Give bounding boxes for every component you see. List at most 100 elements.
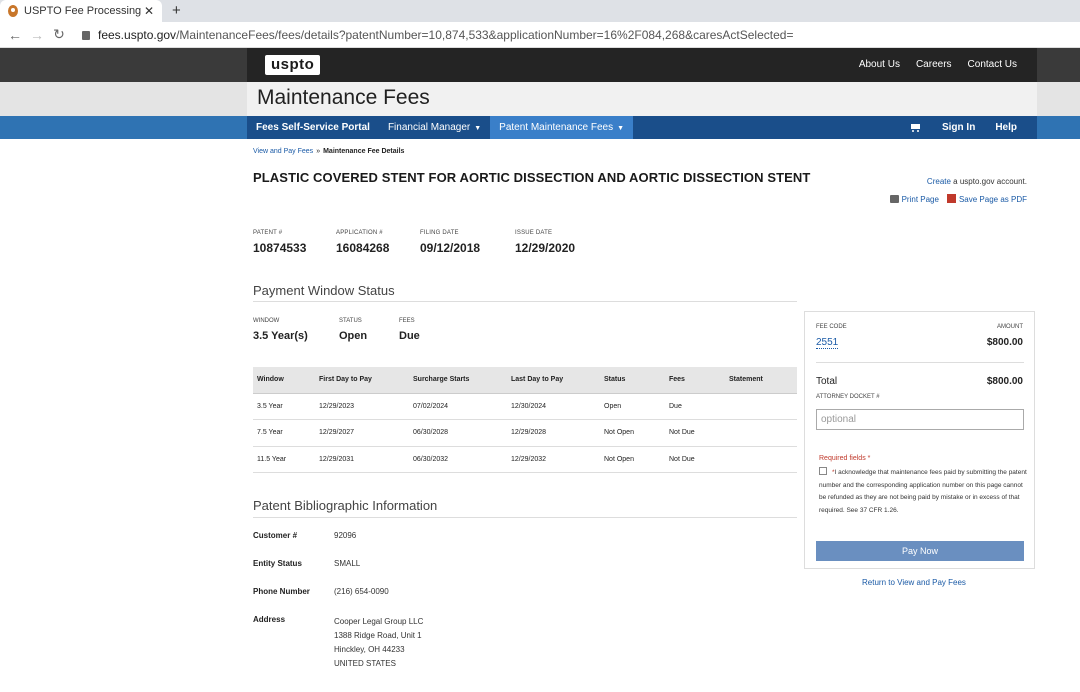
- cell: 11.5 Year: [253, 446, 315, 473]
- filing-date-block: FILING DATE 09/12/2018: [420, 230, 480, 255]
- patent-number-label: PATENT #: [253, 230, 283, 236]
- address-label: Address: [253, 615, 286, 624]
- status-block: STATUS Open: [339, 318, 367, 342]
- reload-icon[interactable]: ↻: [52, 26, 66, 43]
- status-label: STATUS: [339, 318, 362, 324]
- fee-code-link[interactable]: 2551: [816, 337, 839, 349]
- cell: 06/30/2028: [409, 419, 507, 447]
- tab-close-icon[interactable]: ✕: [144, 4, 154, 18]
- total-amount: $800.00: [986, 376, 1023, 387]
- entity-status-value: SMALL: [334, 559, 361, 568]
- breadcrumb-view-and-pay-fees[interactable]: View and Pay Fees: [253, 148, 313, 155]
- address-line: Hinckley, OH 44233: [334, 645, 405, 654]
- issue-date-block: ISSUE DATE 12/29/2020: [515, 230, 575, 255]
- status-value: Open: [339, 330, 368, 342]
- bibliographic-title: Patent Bibliographic Information: [253, 498, 438, 513]
- browser-tab[interactable]: USPTO Fee Processing - Maint ✕: [0, 0, 162, 22]
- issue-date: 12/29/2020: [515, 241, 576, 255]
- cell: 12/29/2031: [315, 446, 409, 473]
- caret-down-icon: ▼: [617, 125, 625, 132]
- payment-window-title: Payment Window Status: [253, 283, 395, 298]
- attorney-docket-label: ATTORNEY DOCKET #: [816, 394, 880, 400]
- create-account-link[interactable]: Create: [927, 177, 951, 186]
- fee-schedule-table: Window First Day to Pay Surcharge Starts…: [253, 367, 797, 473]
- cart-icon[interactable]: [910, 123, 922, 133]
- amount-label: AMOUNT: [997, 324, 1023, 330]
- back-icon[interactable]: ←: [8, 27, 22, 43]
- table-row: 3.5 Year 12/29/2023 07/02/2024 12/30/202…: [253, 393, 797, 420]
- nav-financial-manager-label: Financial Manager: [387, 122, 471, 133]
- window-label: WINDOW: [253, 318, 280, 324]
- return-to-view-and-pay-fees-link[interactable]: Return to View and Pay Fees: [862, 578, 966, 587]
- window-value: 3.5 Year(s): [253, 330, 308, 342]
- phone-label: Phone Number: [253, 587, 310, 596]
- uspto-logo[interactable]: uspto: [265, 55, 321, 75]
- about-us-link[interactable]: About Us: [859, 59, 900, 70]
- payment-panel: FEE CODE AMOUNT 2551 $800.00 Total $800.…: [804, 311, 1035, 569]
- browser-tab-bar: USPTO Fee Processing - Maint ✕ +: [0, 0, 1080, 22]
- cell: 7.5 Year: [253, 419, 315, 447]
- application-number: 16084268: [336, 241, 390, 255]
- address-line: UNITED STATES: [334, 659, 396, 668]
- pdf-icon: [946, 194, 956, 203]
- careers-link[interactable]: Careers: [916, 59, 952, 70]
- contact-us-link[interactable]: Contact Us: [968, 59, 1017, 70]
- printer-icon: [889, 194, 899, 203]
- cell: Due: [665, 393, 725, 420]
- sign-in-link[interactable]: Sign In: [942, 122, 975, 133]
- acknowledgement: *I acknowledge that maintenance fees pai…: [819, 467, 1027, 517]
- nav-patent-maintenance-fees[interactable]: Patent Maintenance Fees ▼: [490, 116, 634, 139]
- save-pdf-label: Save Page as PDF: [958, 195, 1027, 204]
- print-page-link[interactable]: Print Page: [889, 194, 939, 204]
- url-path: /MaintenanceFees/fees/details?patentNumb…: [176, 27, 794, 42]
- pay-now-button[interactable]: Pay Now: [816, 541, 1024, 561]
- acknowledgement-text: I acknowledge that maintenance fees paid…: [819, 469, 1027, 514]
- forward-icon[interactable]: →: [30, 27, 44, 43]
- patent-number-block: PATENT # 10874533: [253, 230, 306, 255]
- cell: 12/29/2032: [507, 446, 600, 473]
- fee-amount: $800.00: [986, 337, 1023, 348]
- caret-down-icon: ▼: [474, 125, 482, 132]
- nav-patent-maintenance-label: Patent Maintenance Fees: [499, 122, 614, 133]
- issue-date-label: ISSUE DATE: [515, 230, 553, 236]
- cell: 12/29/2028: [507, 419, 600, 447]
- acknowledge-checkbox[interactable]: [819, 467, 827, 475]
- tab-title: USPTO Fee Processing - Maint: [24, 5, 144, 17]
- table-header-row: Window First Day to Pay Surcharge Starts…: [253, 367, 797, 394]
- col-last-day: Last Day to Pay: [507, 367, 600, 394]
- attorney-docket-input[interactable]: [816, 409, 1024, 430]
- lock-icon: [82, 31, 90, 40]
- address-value: Cooper Legal Group LLC 1388 Ridge Road, …: [334, 615, 423, 671]
- address-line: Cooper Legal Group LLC: [334, 617, 424, 626]
- fees-block: FEES Due: [399, 318, 420, 342]
- account-line-text: a uspto.gov account.: [950, 177, 1027, 186]
- cell: Not Open: [600, 419, 665, 447]
- phone-value: (216) 654-0090: [334, 587, 389, 596]
- divider: [253, 301, 797, 302]
- url-field[interactable]: fees.uspto.gov/MaintenanceFees/fees/deta…: [82, 28, 793, 42]
- total-label: Total: [816, 376, 838, 387]
- cell: [725, 419, 797, 447]
- nav-financial-manager[interactable]: Financial Manager ▼: [379, 116, 490, 139]
- breadcrumb-separator: »: [316, 148, 321, 155]
- col-fees: Fees: [665, 367, 725, 394]
- col-status: Status: [600, 367, 665, 394]
- cell: 12/29/2027: [315, 419, 409, 447]
- breadcrumb: View and Pay Fees» Maintenance Fee Detail…: [253, 148, 404, 155]
- patent-number: 10874533: [253, 241, 307, 255]
- help-link[interactable]: Help: [995, 122, 1017, 133]
- site-title: Maintenance Fees: [257, 86, 430, 109]
- divider: [253, 517, 797, 518]
- url-host: fees.uspto.gov: [98, 27, 177, 42]
- customer-label: Customer #: [253, 531, 298, 540]
- new-tab-button[interactable]: +: [172, 2, 181, 19]
- save-pdf-link[interactable]: Save Page as PDF: [946, 194, 1027, 204]
- col-surcharge: Surcharge Starts: [409, 367, 507, 394]
- nav-fees-self-service-portal[interactable]: Fees Self-Service Portal: [247, 116, 379, 139]
- fees-label: FEES: [399, 318, 415, 324]
- print-page-label: Print Page: [901, 194, 939, 204]
- uspto-favicon-icon: [8, 5, 18, 17]
- cell: Open: [600, 393, 665, 420]
- top-links: About Us Careers Contact Us: [859, 59, 1017, 70]
- table-row: 11.5 Year 12/29/2031 06/30/2032 12/29/20…: [253, 446, 797, 473]
